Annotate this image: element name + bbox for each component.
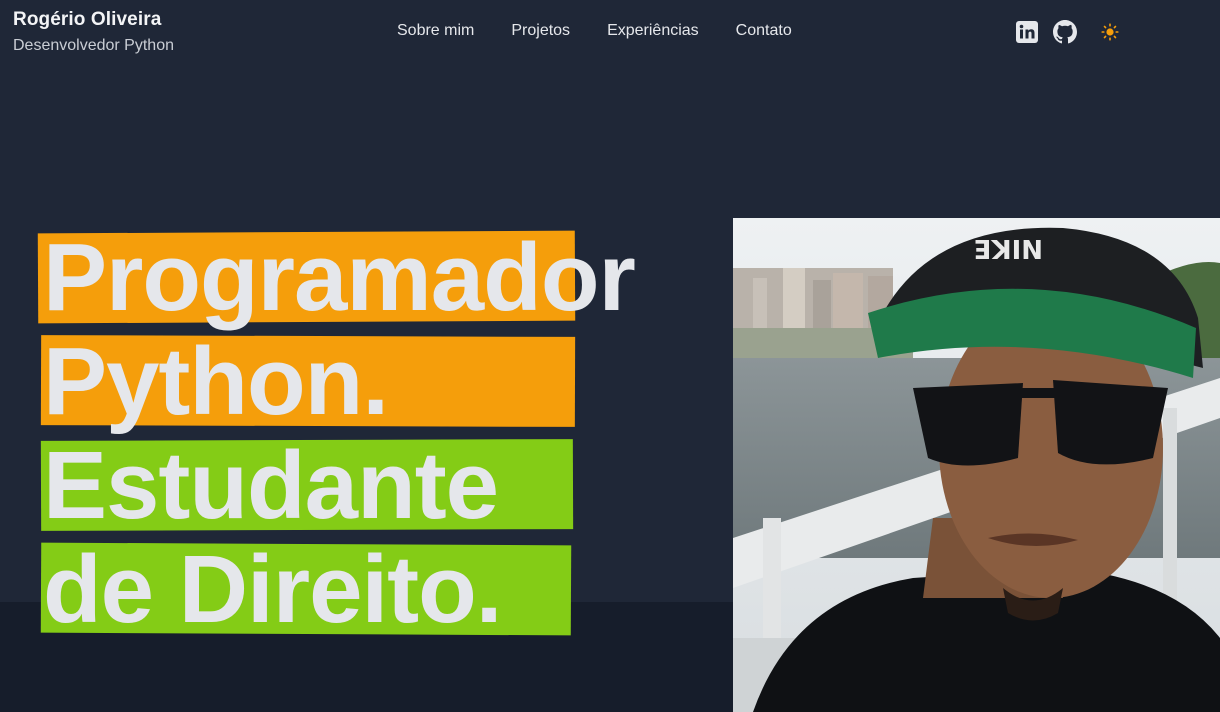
github-icon[interactable] (1053, 20, 1077, 44)
hero-line-3: Estudante (38, 434, 635, 538)
profile-photo: NIKE (733, 218, 1220, 712)
hero-line-1: Programador (37, 224, 636, 331)
hero-text: Programador (43, 224, 636, 331)
nav-link-contato[interactable]: Contato (736, 22, 792, 40)
brand[interactable]: Rogério Oliveira Desenvolvedor Python (13, 9, 174, 55)
nav-link-experiencias[interactable]: Experiências (607, 22, 699, 40)
main-nav: Sobre mim Projetos Experiências Contato (397, 22, 792, 40)
hero-text: Python. (43, 328, 389, 435)
hero-text: Estudante (43, 432, 499, 539)
brand-role: Desenvolvedor Python (13, 37, 174, 54)
hero-heading: Programador Python. Estudante de Direito… (37, 224, 636, 642)
header-icons (1016, 20, 1119, 44)
hero-text: de Direito. (43, 536, 502, 643)
brand-name: Rogério Oliveira (13, 9, 162, 30)
svg-text:NIKE: NIKE (974, 233, 1043, 263)
linkedin-icon[interactable] (1016, 21, 1038, 43)
nav-link-sobre-mim[interactable]: Sobre mim (397, 22, 474, 40)
sun-icon[interactable] (1101, 23, 1119, 41)
nav-link-projetos[interactable]: Projetos (511, 22, 570, 40)
hero-line-4: de Direito. (38, 538, 635, 642)
hero-line-2: Python. (38, 330, 635, 434)
